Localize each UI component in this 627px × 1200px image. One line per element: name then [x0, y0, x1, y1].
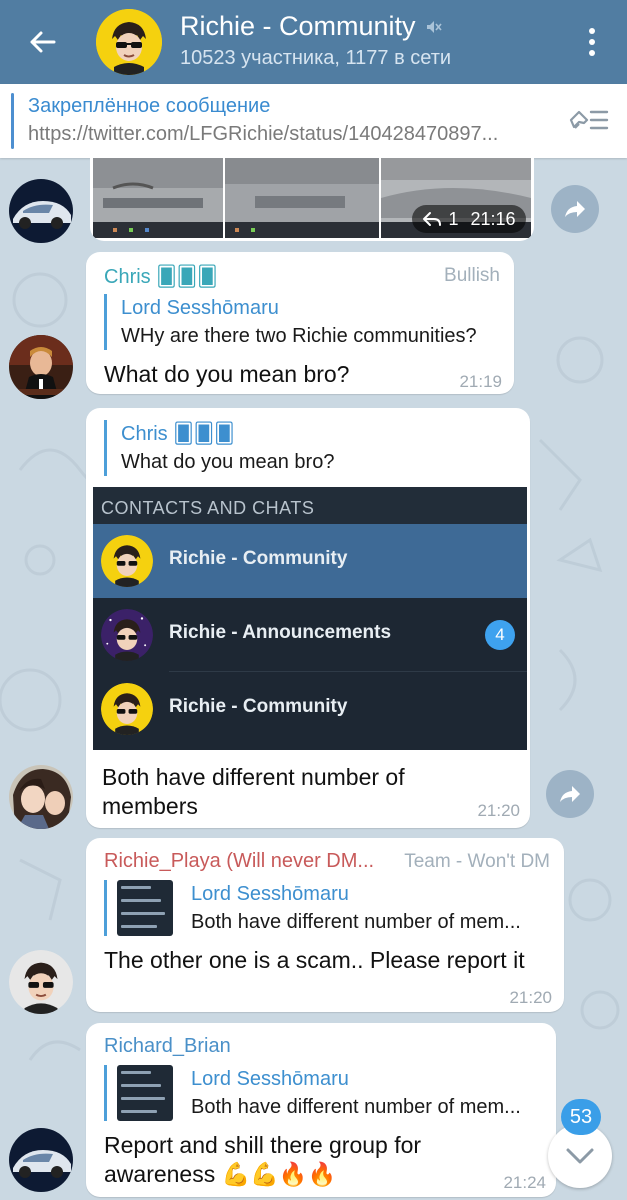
- share-arrow-icon: [565, 201, 585, 217]
- embed-chat-row: Richie - Community: [93, 524, 527, 598]
- embed-chat-row: Richie - Announcements 4: [93, 598, 527, 672]
- reply-content: Lord Sesshōmaru Both have different numb…: [191, 880, 551, 936]
- reply-text: Both have different number of mem...: [191, 911, 521, 933]
- car-avatar-image: [9, 1128, 73, 1192]
- unpin-button[interactable]: [565, 100, 613, 140]
- reply-preview[interactable]: Lord Sesshōmaru Both have different numb…: [104, 1065, 544, 1121]
- share-arrow-icon: [560, 786, 580, 802]
- forward-button[interactable]: [546, 770, 594, 818]
- user-avatar[interactable]: [9, 950, 73, 1014]
- media-image[interactable]: [93, 158, 223, 238]
- chat-title[interactable]: Richie - Community: [180, 11, 442, 42]
- reply-text: WHy are there two Richie communities?: [121, 325, 477, 347]
- chris-avatar-image: [9, 335, 73, 399]
- reply-sender: Lord Sesshōmaru: [191, 883, 349, 905]
- sender-name[interactable]: Chris 🂠🂠🂠: [104, 264, 218, 289]
- unread-count-badge: 53: [561, 1099, 601, 1135]
- muted-icon: [426, 20, 442, 33]
- dot-icon: [589, 39, 595, 45]
- reply-thumbnail: [117, 1065, 173, 1121]
- pinned-text: https://twitter.com/LFGRichie/status/140…: [28, 123, 499, 145]
- user-avatar[interactable]: [9, 765, 73, 829]
- announcements-avatar: [101, 609, 153, 661]
- message-bubble[interactable]: Chris 🂠🂠🂠 Bullish Lord Sesshōmaru WHy ar…: [86, 252, 514, 394]
- dot-icon: [589, 50, 595, 56]
- sender-name[interactable]: Richard_Brian: [104, 1035, 231, 1058]
- richie-avatar: [101, 683, 153, 735]
- richie-avatar-image: [101, 683, 153, 735]
- chevron-down-icon: [566, 1148, 594, 1164]
- member-badge: Bullish: [444, 265, 500, 286]
- message-bubble[interactable]: Richie_Playa (Will never DM... Team - Wo…: [86, 838, 564, 1012]
- arrow-left-icon: [30, 31, 56, 53]
- reply-sender: Lord Sesshōmaru: [191, 1068, 349, 1090]
- unread-badge: 4: [485, 620, 515, 650]
- reply-text: What do you mean bro?: [121, 451, 335, 473]
- reply-preview[interactable]: Lord Sesshōmaru WHy are there two Richie…: [104, 294, 504, 350]
- chat-title-text: Richie - Community: [180, 11, 416, 41]
- reply-content: Lord Sesshōmaru Both have different numb…: [191, 1065, 543, 1121]
- embedded-screenshot[interactable]: CONTACTS AND CHATS Richie - Community Ri…: [93, 487, 527, 750]
- chat-subtitle: 10523 участника, 1177 в сети: [180, 47, 452, 69]
- reply-arrow-icon: [423, 212, 442, 226]
- more-menu-button[interactable]: [572, 22, 612, 62]
- screenshot-image: [93, 158, 223, 238]
- reply-preview[interactable]: Lord Sesshōmaru Both have different numb…: [104, 880, 552, 936]
- sender-name[interactable]: Richie_Playa (Will never DM...: [104, 850, 389, 873]
- pinned-message-bar[interactable]: Закреплённое сообщение https://twitter.c…: [0, 84, 627, 158]
- reply-sender: Lord Sesshōmaru: [121, 297, 279, 319]
- pin-list-icon: [569, 110, 609, 130]
- user-avatar[interactable]: [9, 1128, 73, 1192]
- message-time: 21:16: [470, 208, 516, 229]
- media-image[interactable]: [225, 158, 379, 238]
- dot-icon: [589, 28, 595, 34]
- reply-preview[interactable]: Chris 🂠🂠🂠 What do you mean bro?: [104, 420, 514, 476]
- screenshot-image: [225, 158, 379, 238]
- user-avatar[interactable]: [9, 179, 73, 243]
- forward-button[interactable]: [551, 185, 599, 233]
- chat-header: Richie - Community 10523 участника, 1177…: [0, 0, 627, 84]
- richie-avatar-image: [96, 9, 162, 75]
- message-time: 21:20: [509, 988, 552, 1007]
- pinned-indicator: [11, 93, 14, 149]
- group-avatar[interactable]: [96, 9, 162, 75]
- richie-avatar-image: [9, 950, 73, 1014]
- reply-text: Both have different number of mem...: [191, 1096, 521, 1118]
- back-button[interactable]: [18, 18, 66, 66]
- richie-avatar-image: [101, 535, 153, 587]
- message-text: Both have different number of members: [102, 764, 405, 819]
- car-avatar-image: [9, 179, 73, 243]
- reply-thumbnail: [117, 880, 173, 936]
- anime-avatar-image: [9, 765, 73, 829]
- message-text: The other one is a scam.. Please report …: [104, 947, 525, 973]
- media-meta: 1 21:16: [412, 205, 526, 233]
- reply-sender: Chris 🂠🂠🂠: [121, 423, 235, 445]
- embed-chat-name: Richie - Announcements: [169, 622, 392, 643]
- message-bubble[interactable]: Richard_Brian Lord Sesshōmaru Both have …: [86, 1023, 556, 1197]
- reply-count: 1: [448, 208, 459, 229]
- member-badge: Team - Won't DM: [404, 851, 550, 872]
- user-avatar[interactable]: [9, 335, 73, 399]
- message-time: 21:24: [503, 1173, 546, 1192]
- embed-section-header: CONTACTS AND CHATS: [93, 487, 527, 524]
- message-text: What do you mean bro?: [104, 361, 350, 387]
- pinned-title: Закреплённое сообщение: [28, 95, 271, 117]
- embed-chat-name: Richie - Community: [169, 696, 348, 717]
- embed-chat-row: Richie - Community: [93, 672, 527, 746]
- richie-avatar: [101, 535, 153, 587]
- message-time: 21:20: [477, 801, 520, 820]
- message-text: Report and shill there group for awarene…: [104, 1132, 422, 1187]
- message-time: 21:19: [459, 372, 502, 391]
- richie-space-avatar-image: [101, 609, 153, 661]
- embed-chat-name: Richie - Community: [169, 548, 348, 569]
